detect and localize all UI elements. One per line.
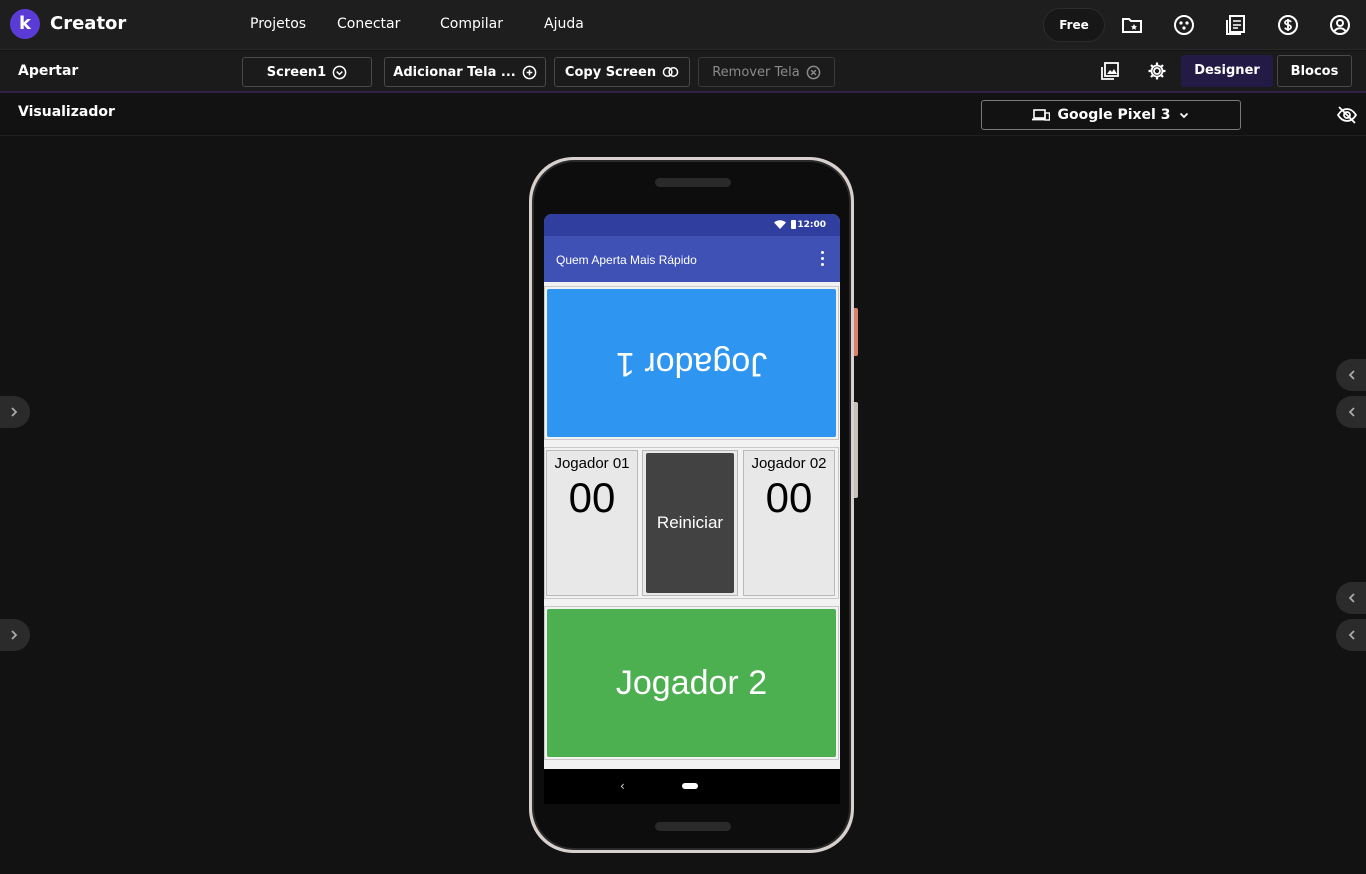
new-folder-icon[interactable]: [1120, 13, 1144, 37]
menu-conectar[interactable]: Conectar: [322, 0, 425, 50]
player2-button[interactable]: Jogador 2: [547, 609, 836, 757]
reset-container: Reiniciar: [642, 450, 738, 596]
player1-button[interactable]: Jogador 1: [547, 289, 836, 437]
remove-circle-icon: [806, 65, 821, 79]
plan-badge[interactable]: Free: [1043, 8, 1105, 42]
phone-speaker-top: [655, 178, 731, 187]
player1-button-label: Jogador 1: [615, 344, 768, 383]
main-menu: Projetos Conectar Compilar Ajuda: [235, 0, 609, 50]
chevron-circle-icon: [332, 65, 347, 79]
viewer-divider: [0, 135, 1366, 136]
expand-right-panel-button-2[interactable]: [1336, 396, 1366, 428]
overflow-menu-icon[interactable]: [821, 251, 824, 266]
screen-select[interactable]: Screen1: [242, 57, 372, 87]
phone-volume-button: [854, 402, 858, 498]
player1-container: Jogador 1: [544, 286, 839, 440]
status-time: 12:00: [797, 220, 826, 230]
player1-score-label: Jogador 01: [554, 455, 630, 472]
copy-icon: [662, 66, 679, 78]
visibility-off-icon[interactable]: [1336, 104, 1358, 126]
score-row: Jogador 01 00 Reiniciar Jogador 02 00: [544, 447, 839, 599]
chevron-left-icon: [1348, 630, 1355, 640]
nav-home-pill[interactable]: [682, 783, 698, 789]
expand-right-panel-button-1[interactable]: [1336, 359, 1366, 391]
account-icon[interactable]: [1328, 13, 1352, 37]
news-icon[interactable]: [1224, 13, 1248, 37]
tab-designer[interactable]: Designer: [1181, 55, 1273, 87]
phone-power-button: [854, 308, 858, 356]
android-nav-bar: ‹: [544, 769, 840, 804]
player2-score-label: Jogador 02: [751, 455, 827, 472]
add-screen-label: Adicionar Tela ...: [393, 64, 516, 80]
player1-score-box: Jogador 01 00: [546, 450, 638, 596]
top-bar: k Creator Projetos Conectar Compilar Aju…: [0, 0, 1366, 50]
add-screen-button[interactable]: Adicionar Tela ...: [384, 57, 546, 87]
chevron-right-icon: [11, 407, 18, 417]
chevron-down-icon: [1180, 112, 1189, 119]
app-bar: Quem Aperta Mais Rápido: [544, 236, 840, 282]
nav-back-icon[interactable]: ‹: [620, 779, 625, 793]
screen-select-label: Screen1: [266, 64, 327, 80]
battery-icon: [791, 220, 796, 229]
wifi-icon: [774, 220, 786, 229]
reset-button[interactable]: Reiniciar: [646, 453, 734, 593]
copy-screen-label: Copy Screen: [564, 64, 657, 80]
player2-button-label: Jogador 2: [615, 663, 768, 702]
copy-screen-button[interactable]: Copy Screen: [554, 57, 690, 87]
chevron-left-icon: [1348, 370, 1355, 380]
chevron-left-icon: [1348, 593, 1355, 603]
viewer-title: Visualizador: [18, 104, 115, 120]
player1-score-value: 00: [568, 474, 616, 521]
expand-left-panel-button[interactable]: [0, 396, 30, 428]
player2-score-value: 00: [765, 474, 813, 521]
expand-right-panel-button-4[interactable]: [1336, 619, 1366, 651]
chevron-left-icon: [1348, 407, 1355, 417]
remove-screen-button[interactable]: Remover Tela: [698, 57, 835, 87]
gear-icon[interactable]: [1147, 61, 1167, 81]
palette-icon[interactable]: [1172, 13, 1196, 37]
device-select[interactable]: Google Pixel 3: [981, 100, 1241, 130]
kodular-logo[interactable]: k: [10, 9, 40, 39]
project-toolbar: Apertar Screen1 Adicionar Tela ... Copy …: [0, 51, 1366, 93]
project-name: Apertar: [18, 63, 79, 79]
chevron-right-icon: [11, 630, 18, 640]
phone-speaker-bottom: [655, 822, 731, 831]
player2-container: Jogador 2: [544, 606, 839, 760]
app-content: Jogador 1 Jogador 01 00 Reiniciar Jogado…: [544, 282, 840, 769]
menu-ajuda[interactable]: Ajuda: [529, 0, 609, 50]
add-circle-icon: [522, 65, 537, 79]
dollar-icon[interactable]: [1276, 13, 1300, 37]
status-bar: 12:00: [544, 214, 840, 236]
expand-right-panel-button-3[interactable]: [1336, 582, 1366, 614]
phone-screen: 12:00 Quem Aperta Mais Rápido Jogador 1 …: [544, 214, 840, 804]
tab-blocos[interactable]: Blocos: [1277, 55, 1352, 87]
remove-screen-label: Remover Tela: [712, 64, 800, 80]
media-icon[interactable]: [1100, 61, 1120, 81]
expand-left-panel-button-2[interactable]: [0, 619, 30, 651]
device-select-label: Google Pixel 3: [1057, 107, 1171, 123]
devices-icon: [1031, 109, 1050, 121]
player2-score-box: Jogador 02 00: [743, 450, 835, 596]
menu-compilar[interactable]: Compilar: [425, 0, 529, 50]
menu-projetos[interactable]: Projetos: [235, 0, 322, 50]
app-title: Quem Aperta Mais Rápido: [556, 253, 697, 267]
brand-name[interactable]: Creator: [50, 13, 126, 34]
